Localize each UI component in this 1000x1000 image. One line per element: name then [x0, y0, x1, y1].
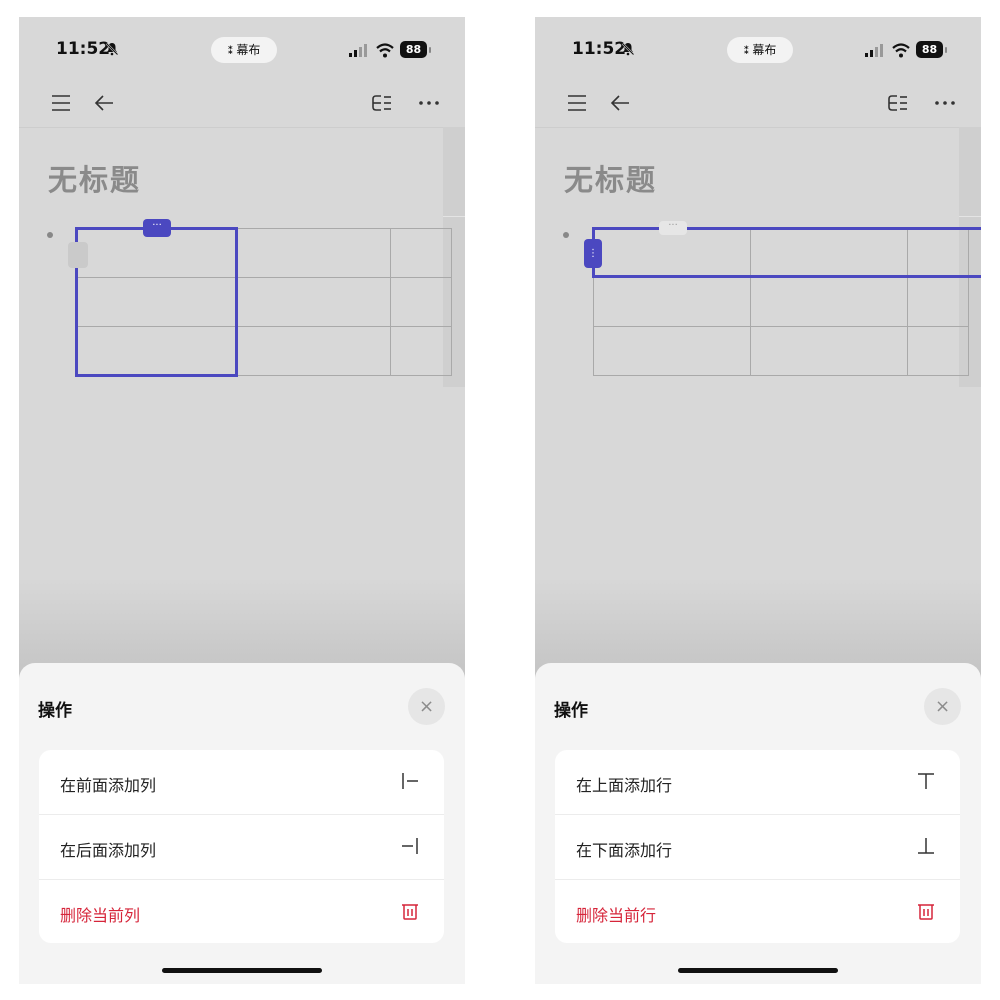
action-sheet: 操作 × 在前面添加列 在后面添加列 删除当前列 — [19, 663, 465, 984]
column-handle-active[interactable]: ··· — [143, 219, 171, 237]
selected-column-outline — [75, 227, 238, 377]
home-indicator[interactable] — [678, 968, 838, 973]
sheet-title: 操作 — [554, 701, 588, 721]
home-indicator[interactable] — [162, 968, 322, 973]
phone-screen-left: 11:52 ⁑ 幕布 88 无标题 ··· 操作 × 在前面添加列 在后面添加列… — [19, 17, 465, 984]
table-cell[interactable] — [390, 277, 452, 327]
bullet-point[interactable] — [47, 232, 53, 238]
battery-indicator: 88 — [916, 41, 943, 58]
table-cell[interactable] — [235, 277, 391, 327]
sheet-title: 操作 — [38, 701, 72, 721]
action-insert-column-before[interactable]: 在前面添加列 — [39, 750, 444, 815]
action-label: 删除当前行 — [576, 906, 657, 925]
wifi-icon — [892, 43, 910, 58]
battery-cap — [945, 47, 947, 53]
action-list: 在上面添加行 在下面添加行 删除当前行 — [555, 750, 960, 943]
wifi-icon — [376, 43, 394, 58]
table-cell[interactable] — [907, 277, 969, 327]
app-pill-label: 幕布 — [752, 43, 777, 57]
close-button[interactable]: × — [924, 688, 961, 725]
app-pill[interactable]: ⁑ 幕布 — [211, 37, 277, 63]
status-time: 11:52 — [56, 39, 111, 59]
backdrop-fade — [535, 577, 981, 677]
action-delete-column[interactable]: 删除当前列 — [39, 880, 444, 943]
table-cell[interactable] — [390, 326, 452, 376]
top-navigation — [19, 77, 465, 127]
scroll-shade-divider — [443, 216, 465, 217]
more-icon[interactable] — [417, 91, 441, 115]
back-arrow-icon[interactable] — [609, 91, 633, 115]
table-cell[interactable] — [750, 277, 908, 327]
action-label: 在下面添加行 — [576, 841, 673, 860]
mubu-logo-icon: ⁑ — [227, 44, 234, 57]
table-row — [593, 326, 969, 376]
action-insert-row-below[interactable]: 在下面添加行 — [555, 815, 960, 880]
cellular-signal-icon — [865, 44, 883, 57]
back-arrow-icon[interactable] — [93, 91, 117, 115]
table-cell[interactable] — [750, 326, 908, 376]
action-insert-column-after[interactable]: 在后面添加列 — [39, 815, 444, 880]
action-insert-row-above[interactable]: 在上面添加行 — [555, 750, 960, 815]
table-cell[interactable] — [390, 228, 452, 278]
insert-column-after-icon — [402, 838, 418, 854]
status-time: 11:52 — [572, 39, 627, 59]
menu-icon[interactable] — [50, 91, 74, 115]
close-button[interactable]: × — [408, 688, 445, 725]
mubu-logo-icon: ⁑ — [743, 44, 750, 57]
battery-cap — [429, 47, 431, 53]
action-label: 在前面添加列 — [60, 776, 157, 795]
action-list: 在前面添加列 在后面添加列 删除当前列 — [39, 750, 444, 943]
trash-icon — [918, 904, 934, 920]
bullet-point[interactable] — [563, 232, 569, 238]
outline-icon[interactable] — [370, 91, 394, 115]
action-label: 删除当前列 — [60, 906, 141, 925]
insert-row-below-icon — [918, 838, 934, 854]
column-handle[interactable]: ··· — [659, 221, 687, 235]
outline-icon[interactable] — [886, 91, 910, 115]
table-row — [593, 277, 969, 327]
battery-indicator: 88 — [400, 41, 427, 58]
menu-icon[interactable] — [566, 91, 590, 115]
trash-icon — [402, 904, 418, 920]
phone-screen-right: 11:52 ⁑ 幕布 88 无标题 ··· ⋮ 操作 × 在上面添加行 在下面添… — [535, 17, 981, 984]
cellular-signal-icon — [349, 44, 367, 57]
backdrop-fade — [19, 577, 465, 677]
action-label: 在上面添加行 — [576, 776, 673, 795]
bell-slash-icon — [621, 42, 635, 56]
table-cell[interactable] — [907, 326, 969, 376]
table-cell[interactable] — [593, 277, 751, 327]
app-pill-label: 幕布 — [236, 43, 261, 57]
row-handle[interactable] — [68, 242, 88, 268]
document-title[interactable]: 无标题 — [564, 157, 657, 199]
more-icon[interactable] — [933, 91, 957, 115]
row-handle-active[interactable]: ⋮ — [584, 239, 602, 268]
bell-slash-icon — [105, 42, 119, 56]
document-title[interactable]: 无标题 — [48, 157, 141, 199]
insert-row-above-icon — [918, 773, 934, 789]
status-bar: 11:52 ⁑ 幕布 88 — [19, 17, 465, 77]
table-cell[interactable] — [235, 228, 391, 278]
action-sheet: 操作 × 在上面添加行 在下面添加行 删除当前行 — [535, 663, 981, 984]
action-delete-row[interactable]: 删除当前行 — [555, 880, 960, 943]
insert-column-before-icon — [402, 773, 418, 789]
action-label: 在后面添加列 — [60, 841, 157, 860]
top-navigation — [535, 77, 981, 127]
nav-divider — [19, 127, 465, 128]
scroll-shade-divider — [959, 216, 981, 217]
table-cell[interactable] — [593, 326, 751, 376]
selected-row-outline — [592, 227, 981, 278]
status-bar: 11:52 ⁑ 幕布 88 — [535, 17, 981, 77]
table-cell[interactable] — [235, 326, 391, 376]
nav-divider — [535, 127, 981, 128]
app-pill[interactable]: ⁑ 幕布 — [727, 37, 793, 63]
